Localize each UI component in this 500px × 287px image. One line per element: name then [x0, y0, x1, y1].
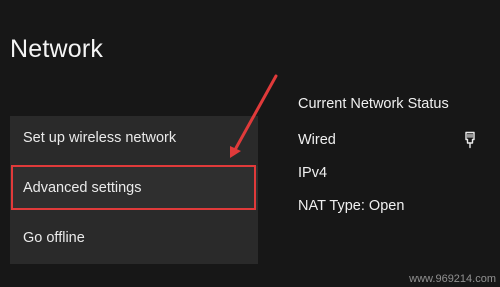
watermark-text: www.969214.com	[409, 273, 496, 285]
setup-wireless-network-item[interactable]: Set up wireless network	[10, 116, 258, 160]
connection-type-label: Wired	[298, 132, 336, 148]
network-settings-page: Network Set up wireless network Advanced…	[0, 0, 500, 287]
ethernet-icon	[464, 131, 476, 149]
nat-type-label: NAT Type: Open	[298, 198, 405, 214]
network-menu: Set up wireless network Advanced setting…	[10, 116, 258, 264]
go-offline-item[interactable]: Go offline	[10, 216, 258, 260]
ip-version-label: IPv4	[298, 165, 328, 181]
page-title: Network	[10, 35, 104, 63]
advanced-settings-item[interactable]: Advanced settings	[10, 166, 258, 210]
current-network-status-title: Current Network Status	[298, 96, 449, 112]
